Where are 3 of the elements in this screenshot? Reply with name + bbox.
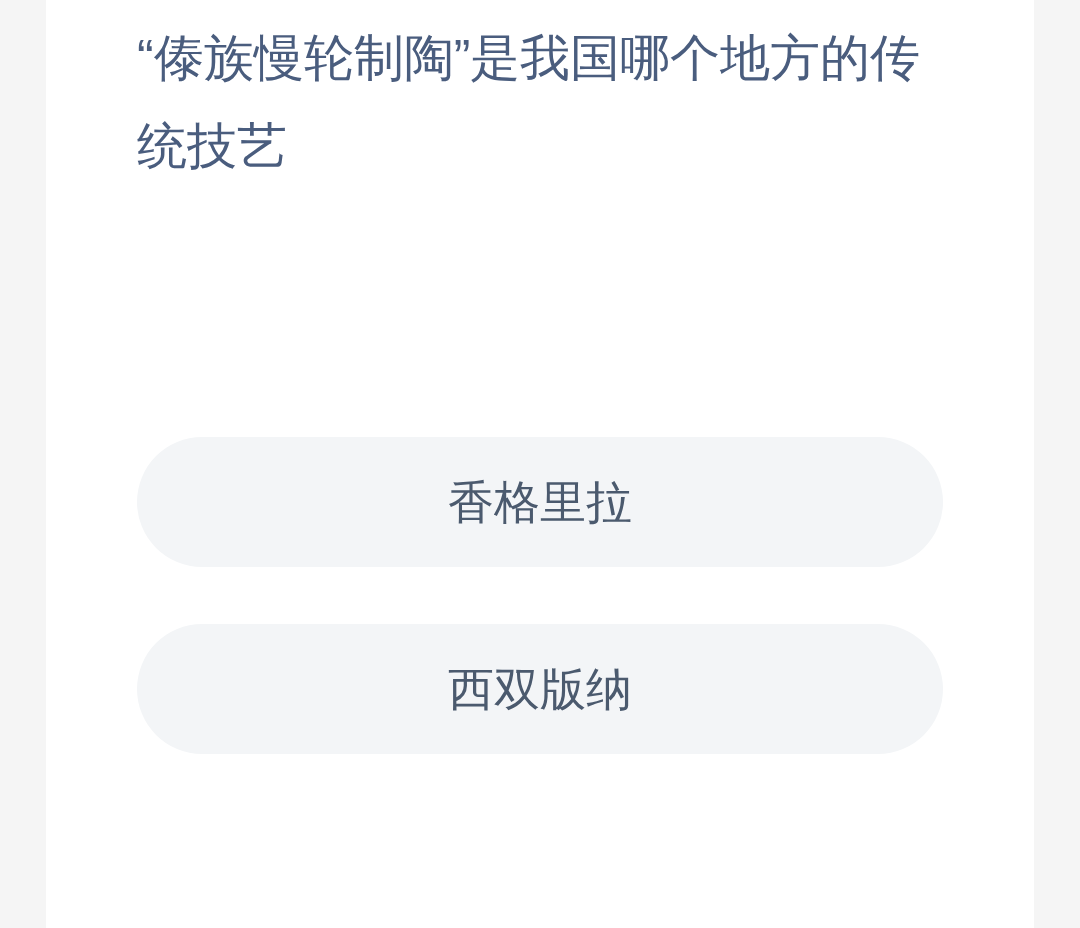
answer-option[interactable]: 西双版纳 — [137, 624, 943, 754]
question-text: “傣族慢轮制陶”是我国哪个地方的传统技艺 — [137, 29, 922, 176]
answer-option[interactable]: 香格里拉 — [137, 437, 943, 567]
